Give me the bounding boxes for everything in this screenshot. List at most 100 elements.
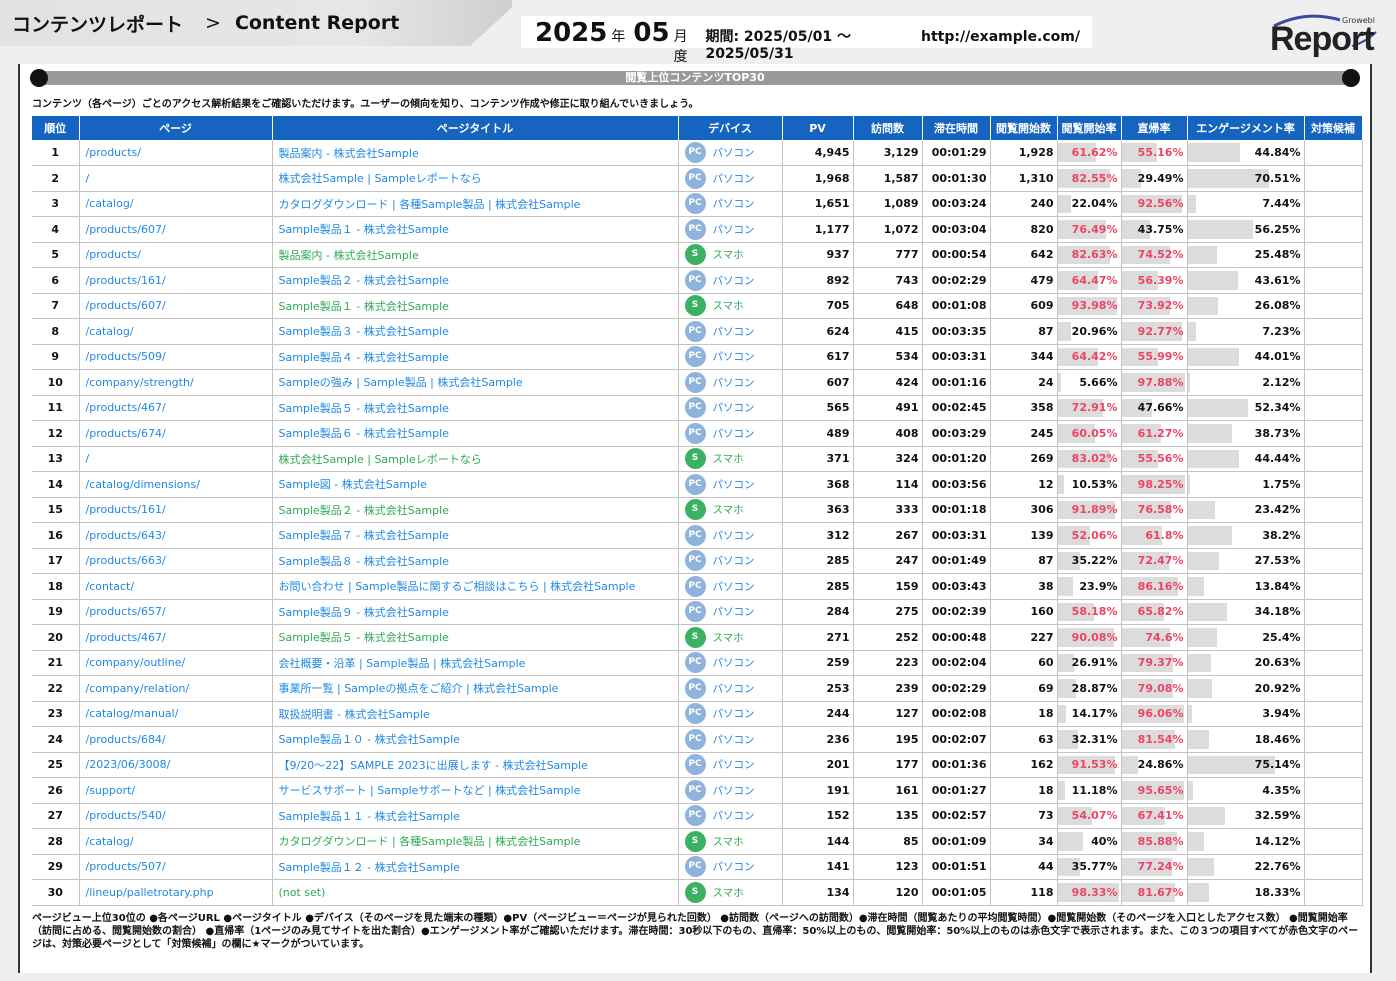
- rank-cell: 17: [32, 548, 80, 574]
- pc-icon: PC: [684, 652, 706, 674]
- start-rate-cell: 26.91%: [1057, 650, 1122, 676]
- page-url-link[interactable]: /products/643/: [79, 522, 273, 549]
- bounce-value: 55.16%: [1137, 146, 1184, 159]
- page-url-link[interactable]: /company/strength/: [79, 369, 273, 396]
- stay-cell: 00:03:31: [922, 522, 991, 549]
- page-title-cell: Sampleの強み | Sample製品 | 株式会社Sample: [272, 369, 679, 396]
- col-bounce: 直帰率: [1121, 116, 1188, 140]
- page-url-link[interactable]: /products/161/: [79, 497, 273, 523]
- page-url-link[interactable]: /products/509/: [79, 344, 273, 370]
- table-row: 15/products/161/Sample製品２ - 株式会社Sample S ス…: [32, 497, 1363, 523]
- page-url-link[interactable]: /support/: [79, 777, 273, 804]
- bounce-value: 92.56%: [1137, 197, 1184, 211]
- page-url-link[interactable]: /products/607/: [79, 216, 273, 243]
- engagement-bar: [1187, 220, 1253, 239]
- page-url-link[interactable]: /products/684/: [79, 726, 273, 753]
- page-url-link[interactable]: /products/507/: [79, 854, 273, 880]
- stay-cell: 00:01:51: [922, 854, 991, 880]
- starts-cell: 227: [990, 624, 1058, 651]
- device-label: スマホ: [712, 300, 744, 313]
- bounce-value: 24.86%: [1137, 758, 1184, 772]
- page-url-link[interactable]: /2023/06/3008/: [79, 752, 273, 778]
- rank-cell: 7: [32, 293, 80, 319]
- visits-cell: 3,129: [853, 140, 923, 166]
- rank-cell: 11: [32, 395, 80, 421]
- page-url-link[interactable]: /catalog/: [79, 191, 273, 217]
- page-url-link[interactable]: /products/663/: [79, 548, 273, 574]
- engagement-cell: 44.84%: [1187, 140, 1305, 166]
- page-url-link[interactable]: /catalog/dimensions/: [79, 471, 273, 498]
- month: 05: [633, 18, 670, 48]
- page-url-link[interactable]: /products/161/: [79, 267, 273, 294]
- page-url-link[interactable]: /products/540/: [79, 803, 273, 829]
- page-url-link[interactable]: /: [79, 446, 273, 472]
- page-url-link[interactable]: /products/607/: [79, 293, 273, 319]
- pc-icon: PC: [684, 371, 706, 393]
- page-url-link[interactable]: /company/relation/: [79, 675, 273, 702]
- starts-cell: 269: [990, 446, 1058, 472]
- engagement-bar: [1187, 500, 1215, 519]
- engagement-value: 32.59%: [1254, 809, 1301, 823]
- page-url-link[interactable]: /contact/: [79, 573, 273, 600]
- device-label: スマホ: [712, 504, 744, 517]
- page-url-link[interactable]: /lineup/palletrotary.php: [79, 879, 273, 906]
- stay-cell: 00:01:20: [922, 446, 991, 472]
- page-url-link[interactable]: /catalog/: [79, 318, 273, 345]
- visits-cell: 120: [853, 879, 923, 906]
- device-label: パソコン: [712, 529, 755, 542]
- rank-cell: 20: [32, 624, 80, 651]
- visits-cell: 114: [853, 471, 923, 498]
- engagement-value: 44.44%: [1254, 452, 1301, 466]
- page-url-link[interactable]: /products/467/: [79, 624, 273, 651]
- page-url-link[interactable]: /catalog/: [79, 828, 273, 855]
- table-row: 6/products/161/Sample製品２ - 株式会社Sample PC パ…: [32, 267, 1363, 294]
- page-url-link[interactable]: /products/: [79, 140, 273, 166]
- pv-cell: 1,177: [782, 216, 854, 243]
- start-rate-value: 60.05%: [1071, 426, 1118, 440]
- candidate-cell: [1304, 293, 1363, 319]
- device-label: パソコン: [712, 682, 755, 695]
- smartphone-icon: S: [684, 830, 706, 852]
- page-url-link[interactable]: /: [79, 165, 273, 192]
- engagement-bar: [1187, 806, 1226, 825]
- pv-cell: 271: [782, 624, 854, 651]
- bounce-cell: 92.56%: [1121, 191, 1188, 217]
- device-label: パソコン: [712, 606, 755, 619]
- page-title-cell: 取扱説明書 - 株式会社Sample: [272, 701, 679, 727]
- year-unit: 年: [611, 29, 626, 45]
- candidate-cell: [1304, 165, 1363, 192]
- page-title-cell: Sample製品８ - 株式会社Sample: [272, 548, 679, 574]
- rank-cell: 26: [32, 777, 80, 804]
- pv-cell: 892: [782, 267, 854, 294]
- bounce-value: 73.92%: [1137, 299, 1184, 313]
- rank-cell: 18: [32, 573, 80, 600]
- start-rate-cell: 40%: [1057, 828, 1122, 855]
- start-rate-value: 10.53%: [1071, 477, 1118, 491]
- visits-cell: 1,072: [853, 216, 923, 243]
- bounce-value: 74.52%: [1137, 248, 1184, 262]
- page-url-link[interactable]: /products/674/: [79, 420, 273, 447]
- start-rate-bar: [1057, 322, 1071, 341]
- page-url-link[interactable]: /products/: [79, 242, 273, 268]
- pc-icon: PC: [684, 754, 706, 776]
- page-title-cell: Sample製品３ - 株式会社Sample: [272, 318, 679, 345]
- table-row: 7/products/607/Sample製品１ - 株式会社Sample S スマ…: [32, 293, 1363, 319]
- device-label: パソコン: [712, 580, 755, 593]
- page-url-link[interactable]: /catalog/manual/: [79, 701, 273, 727]
- pv-cell: 363: [782, 497, 854, 523]
- page-title-cell: 事業所一覧 | Sampleの拠点をご紹介 | 株式会社Sample: [272, 675, 679, 702]
- start-rate-cell: 98.33%: [1057, 879, 1122, 906]
- page-url-link[interactable]: /company/outline/: [79, 650, 273, 676]
- engagement-value: 56.25%: [1254, 222, 1301, 236]
- page-url-link[interactable]: /products/467/: [79, 395, 273, 421]
- table-row: 10/company/strength/Sampleの強み | Sample製品…: [32, 369, 1363, 396]
- start-rate-cell: 91.53%: [1057, 752, 1122, 778]
- starts-cell: 63: [990, 726, 1058, 753]
- start-rate-bar: [1057, 832, 1083, 851]
- rank-cell: 10: [32, 369, 80, 396]
- page-url-link[interactable]: /products/657/: [79, 599, 273, 625]
- engagement-value: 3.94%: [1262, 707, 1301, 721]
- rank-cell: 22: [32, 675, 80, 702]
- rank-cell: 13: [32, 446, 80, 472]
- pv-cell: 4,945: [782, 140, 854, 166]
